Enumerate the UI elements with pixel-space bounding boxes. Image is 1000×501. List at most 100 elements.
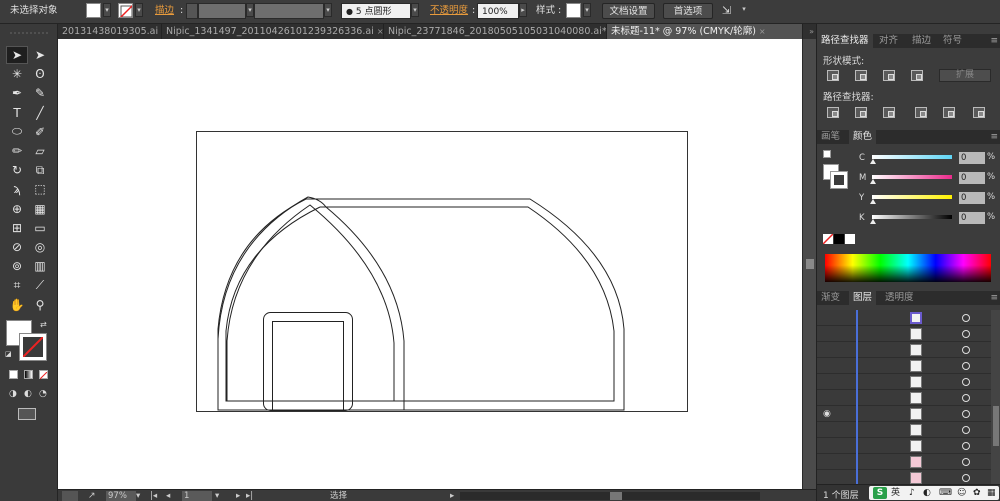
color-stroke-box[interactable] <box>830 171 848 189</box>
default-fill-stroke-icon[interactable] <box>823 150 831 158</box>
yellow-knob[interactable] <box>870 199 876 204</box>
shape-builder-tool-button[interactable]: ⊕ <box>6 200 28 218</box>
artboard-tool-button[interactable]: ⌗ <box>6 276 28 294</box>
opacity-input[interactable]: 100% <box>477 3 519 19</box>
yellow-slider[interactable]: Y 0 % <box>855 192 995 206</box>
merge-icon[interactable] <box>883 107 895 118</box>
paintbrush-tool-button[interactable]: ✐ <box>29 123 51 141</box>
tab-brushes[interactable]: 画笔 <box>817 130 844 144</box>
layer-row[interactable] <box>817 438 991 454</box>
slice-tool-button[interactable]: ⟋ <box>29 276 51 294</box>
status-menu-icon[interactable]: ▸ <box>450 491 454 501</box>
none-color-swatch[interactable] <box>822 233 834 245</box>
black-color-swatch[interactable] <box>834 234 844 244</box>
layer-row[interactable] <box>817 358 991 374</box>
white-color-swatch[interactable] <box>845 234 855 244</box>
layer-row[interactable] <box>817 374 991 390</box>
layer-target-icon[interactable] <box>962 442 970 450</box>
graphic-style-dropdown[interactable]: ▾ <box>583 3 591 17</box>
lasso-tool-button[interactable]: ʘ <box>29 65 51 83</box>
magic-wand-tool-button[interactable]: ✳ <box>6 65 28 83</box>
color-mode-icon[interactable] <box>9 370 18 379</box>
panel-menu-icon[interactable]: ≡ <box>990 291 998 305</box>
toolbox-grip[interactable] <box>0 30 58 36</box>
stroke-weight-dropdown[interactable]: ▾ <box>246 3 254 17</box>
swap-colors-icon[interactable]: ⇄ <box>40 320 47 329</box>
eyedropper-tool-button[interactable]: ⊘ <box>6 238 28 256</box>
layer-target-icon[interactable] <box>962 330 970 338</box>
divide-icon[interactable] <box>827 107 839 118</box>
layer-target-icon[interactable] <box>962 474 970 482</box>
hand-tool-button[interactable]: ✋ <box>6 296 28 314</box>
magenta-slider[interactable]: M 0 % <box>855 172 995 186</box>
color-spectrum[interactable] <box>825 254 991 282</box>
layer-row[interactable] <box>817 470 991 484</box>
selection-tool-button[interactable]: ➤ <box>6 46 28 64</box>
scale-tool-button[interactable]: ⧉ <box>29 161 51 179</box>
layer-row[interactable] <box>817 422 991 438</box>
ime-toolbar[interactable]: S 英 ♪ ◐ ⌨ ☺ ✿ ▦ <box>869 486 999 500</box>
exclude-icon[interactable] <box>911 70 923 81</box>
stroke-weight-label[interactable]: 描边 <box>155 3 174 19</box>
canvas[interactable] <box>58 39 802 489</box>
scrollbar-thumb[interactable] <box>806 259 814 269</box>
warp-tool-button[interactable]: ϡ <box>6 180 28 198</box>
variable-width-profile[interactable] <box>254 3 324 19</box>
ime-language-toggle[interactable]: 英 <box>891 486 900 500</box>
black-input[interactable]: 0 <box>959 212 985 224</box>
line-tool-button[interactable]: ╱ <box>29 104 51 122</box>
mesh-tool-button[interactable]: ⊞ <box>6 219 28 237</box>
artboard-number-input[interactable]: 1 <box>182 491 212 501</box>
screen-mode-icon[interactable] <box>18 408 36 420</box>
type-tool-button[interactable]: T <box>6 104 28 122</box>
zoom-tool-button[interactable]: ⚲ <box>29 296 51 314</box>
tab-pathfinder[interactable]: 路径查找器 <box>817 34 873 48</box>
stroke-color-box[interactable] <box>19 333 47 361</box>
expand-button[interactable]: 扩展 <box>939 69 991 82</box>
tab-color[interactable]: 颜色 <box>849 130 877 144</box>
export-icon[interactable]: ↗ <box>88 491 96 501</box>
sogou-logo-icon[interactable]: S <box>873 487 887 499</box>
ime-punctuation-icon[interactable]: ♪ <box>909 486 915 500</box>
layer-target-icon[interactable] <box>962 314 970 322</box>
tab-transparency[interactable]: 透明度 <box>881 291 918 305</box>
unite-icon[interactable] <box>827 70 839 81</box>
ime-tools-icon[interactable]: ▦ <box>987 486 996 500</box>
direct-selection-tool-button[interactable]: ➤ <box>29 46 51 64</box>
perspective-grid-tool-button[interactable]: ▦ <box>29 200 51 218</box>
column-graph-tool-button[interactable]: ▥ <box>29 257 51 275</box>
ellipse-tool-button[interactable]: ⬭ <box>6 123 28 141</box>
artboard-dropdown[interactable]: ▾ <box>215 491 219 501</box>
tab-gradient[interactable]: 渐变 <box>817 291 844 305</box>
crop-icon[interactable] <box>915 107 927 118</box>
layer-target-icon[interactable] <box>962 410 970 418</box>
black-slider[interactable]: K 0 % <box>855 212 995 226</box>
stroke-dropdown[interactable]: ▾ <box>135 3 143 17</box>
layers-scroll-thumb[interactable] <box>993 406 999 446</box>
layer-row[interactable] <box>817 390 991 406</box>
brush-dropdown[interactable]: ▾ <box>411 3 419 17</box>
pencil-tool-button[interactable]: ✏ <box>6 142 28 160</box>
intersect-icon[interactable] <box>883 70 895 81</box>
variable-width-dropdown[interactable]: ▾ <box>324 3 332 17</box>
tab-layers[interactable]: 图层 <box>849 291 877 305</box>
tab-overflow-icon[interactable]: » <box>809 24 814 39</box>
brush-definition[interactable]: ● 5 点圆形 <box>341 3 411 19</box>
layer-target-icon[interactable] <box>962 346 970 354</box>
artboard-drawing[interactable] <box>58 39 802 489</box>
yellow-track[interactable] <box>872 195 952 199</box>
pen-tool-button[interactable]: ✒ <box>6 84 28 102</box>
layer-target-icon[interactable] <box>962 362 970 370</box>
preferences-button[interactable]: 首选项 <box>663 3 713 19</box>
outline-icon[interactable] <box>943 107 955 118</box>
yellow-input[interactable]: 0 <box>959 192 985 204</box>
free-transform-tool-button[interactable]: ⬚ <box>29 180 51 198</box>
ime-user-icon[interactable]: ☺ <box>957 486 966 500</box>
layer-row[interactable]: ◉ <box>817 406 991 422</box>
magenta-track[interactable] <box>872 175 952 179</box>
stroke-swatch[interactable] <box>118 3 133 18</box>
eraser-tool-button[interactable]: ▱ <box>29 142 51 160</box>
layer-row[interactable] <box>817 342 991 358</box>
gradient-tool-button[interactable]: ▭ <box>29 219 51 237</box>
arrange-dropdown[interactable]: ▾ <box>740 3 748 17</box>
